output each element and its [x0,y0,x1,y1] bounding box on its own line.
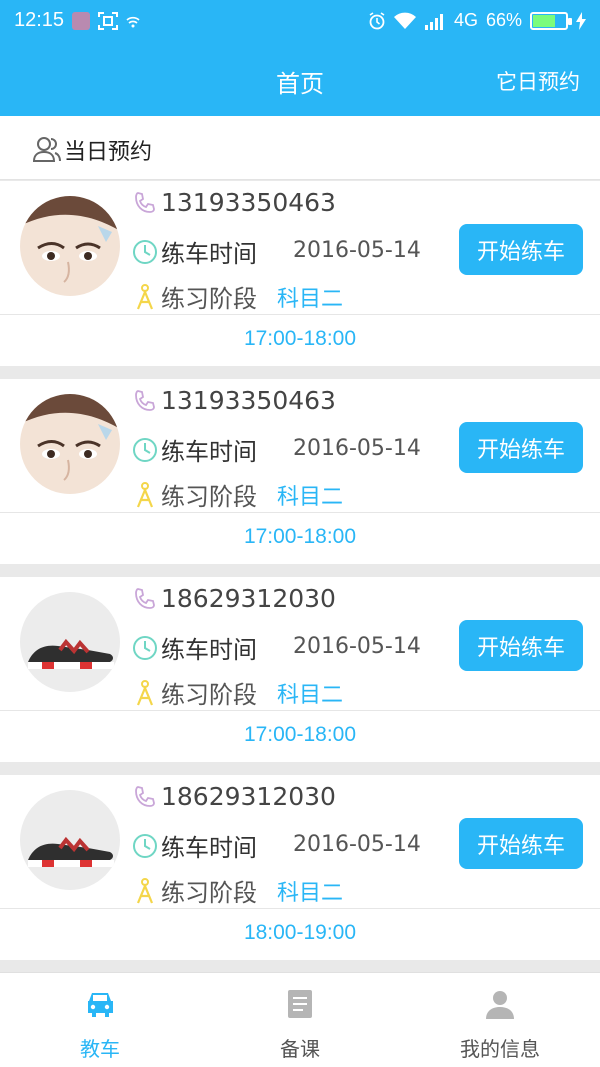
practice-time-row: 练车时间 [132,234,257,269]
other-day-appointments-button[interactable]: 它日预约 [496,66,580,96]
appointment-list: 13193350463 练车时间 2016-05-14 练习阶段 科目二 开始练… [0,181,600,973]
battery-fill [533,14,556,27]
appointment-card: 18629312030 练车时间 2016-05-14 练习阶段 科目二 开始练… [0,577,600,762]
bottom-nav: 教车 备课 我的信息 [0,972,600,1067]
phone-number[interactable]: 13193350463 [161,386,336,415]
phone-number[interactable]: 18629312030 [161,782,336,811]
app-bar: 首页 它日预约 [0,44,600,116]
clock-icon [132,437,158,463]
wifi-icon [393,12,416,29]
status-bar: 12:15 4G 66% [0,0,600,44]
practice-stage-row: 练习阶段 科目二 [132,675,343,710]
nav-item-prepare[interactable]: 备课 [200,973,400,1067]
phone-icon [132,388,158,414]
wifi-small-icon [126,16,140,28]
app-icon [72,12,90,30]
stage-icon [132,877,158,904]
nav-item-teach[interactable]: 教车 [0,973,200,1067]
phone-row: 18629312030 [132,584,336,613]
nav-item-my-info[interactable]: 我的信息 [400,973,600,1067]
practice-time-label: 练车时间 [161,834,257,862]
time-slot: 17:00-18:00 [243,525,357,548]
practice-stage-label: 练习阶段 [161,681,257,709]
subject-value: 科目二 [277,880,344,906]
divider [0,908,600,909]
sneaker-image [20,592,120,692]
student-avatar [20,196,120,296]
phone-icon [132,586,158,612]
phone-icon [132,784,158,810]
status-time: 12:15 [14,9,65,31]
divider [0,314,600,315]
phone-number[interactable]: 13193350463 [161,188,336,217]
charging-icon [576,11,586,30]
start-practice-button[interactable]: 开始练车 [459,620,583,671]
section-title: 当日预约 [64,140,153,165]
phone-row: 13193350463 [132,188,336,217]
section-header: 当日预约 [0,116,600,180]
appointment-card: 13193350463 练车时间 2016-05-14 练习阶段 科目二 开始练… [0,379,600,564]
battery-percent: 66% [485,10,522,30]
divider [0,512,600,513]
practice-time-row: 练车时间 [132,630,257,665]
practice-time-label: 练车时间 [161,438,257,466]
divider [0,710,600,711]
practice-stage-row: 练习阶段 科目二 [132,873,343,908]
practice-stage-label: 练习阶段 [161,879,257,907]
time-slot: 18:00-19:00 [243,921,357,944]
student-avatar [20,592,120,692]
phone-number[interactable]: 18629312030 [161,584,336,613]
practice-time-label: 练车时间 [161,240,257,268]
practice-stage-row: 练习阶段 科目二 [132,477,343,512]
clock-icon [132,833,158,859]
clock-icon [132,239,158,265]
start-practice-button[interactable]: 开始练车 [459,422,583,473]
clock-icon [132,635,158,661]
phone-icon [132,190,158,216]
appointment-card: 13193350463 练车时间 2016-05-14 练习阶段 科目二 开始练… [0,181,600,366]
person-icon [486,991,514,1019]
practice-time-label: 练车时间 [161,636,257,664]
nav-label: 备课 [280,1037,320,1061]
subject-value: 科目二 [277,484,344,510]
appointment-card: 18629312030 练车时间 2016-05-14 练习阶段 科目二 开始练… [0,775,600,960]
practice-date: 2016-05-14 [293,436,421,461]
phone-row: 13193350463 [132,386,336,415]
time-slot: 17:00-18:00 [243,723,357,746]
practice-stage-label: 练习阶段 [161,483,257,511]
woman-face-image [20,196,120,296]
start-practice-button[interactable]: 开始练车 [459,818,583,869]
stage-icon [132,679,158,706]
users-icon [33,137,61,162]
phone-row: 18629312030 [132,782,336,811]
car-icon [88,993,113,1017]
subject-value: 科目二 [277,682,344,708]
nav-label: 我的信息 [460,1037,540,1061]
woman-face-image [20,394,120,494]
start-practice-button[interactable]: 开始练车 [459,224,583,275]
practice-stage-label: 练习阶段 [161,285,257,313]
screenshot-icon [98,12,118,30]
practice-date: 2016-05-14 [293,634,421,659]
signal-icon [424,13,443,30]
student-avatar [20,790,120,890]
battery-icon [530,11,572,30]
nav-label: 教车 [80,1037,120,1061]
practice-date: 2016-05-14 [293,832,421,857]
sneaker-image [20,790,120,890]
time-slot: 17:00-18:00 [243,327,357,350]
alarm-icon [369,11,385,29]
practice-date: 2016-05-14 [293,238,421,263]
stage-icon [132,283,158,310]
practice-stage-row: 练习阶段 科目二 [132,279,343,314]
network-type: 4G [453,10,478,30]
stage-icon [132,481,158,508]
subject-value: 科目二 [277,286,344,312]
practice-time-row: 练车时间 [132,432,257,467]
practice-time-row: 练车时间 [132,828,257,863]
document-icon [288,990,312,1018]
student-avatar [20,394,120,494]
